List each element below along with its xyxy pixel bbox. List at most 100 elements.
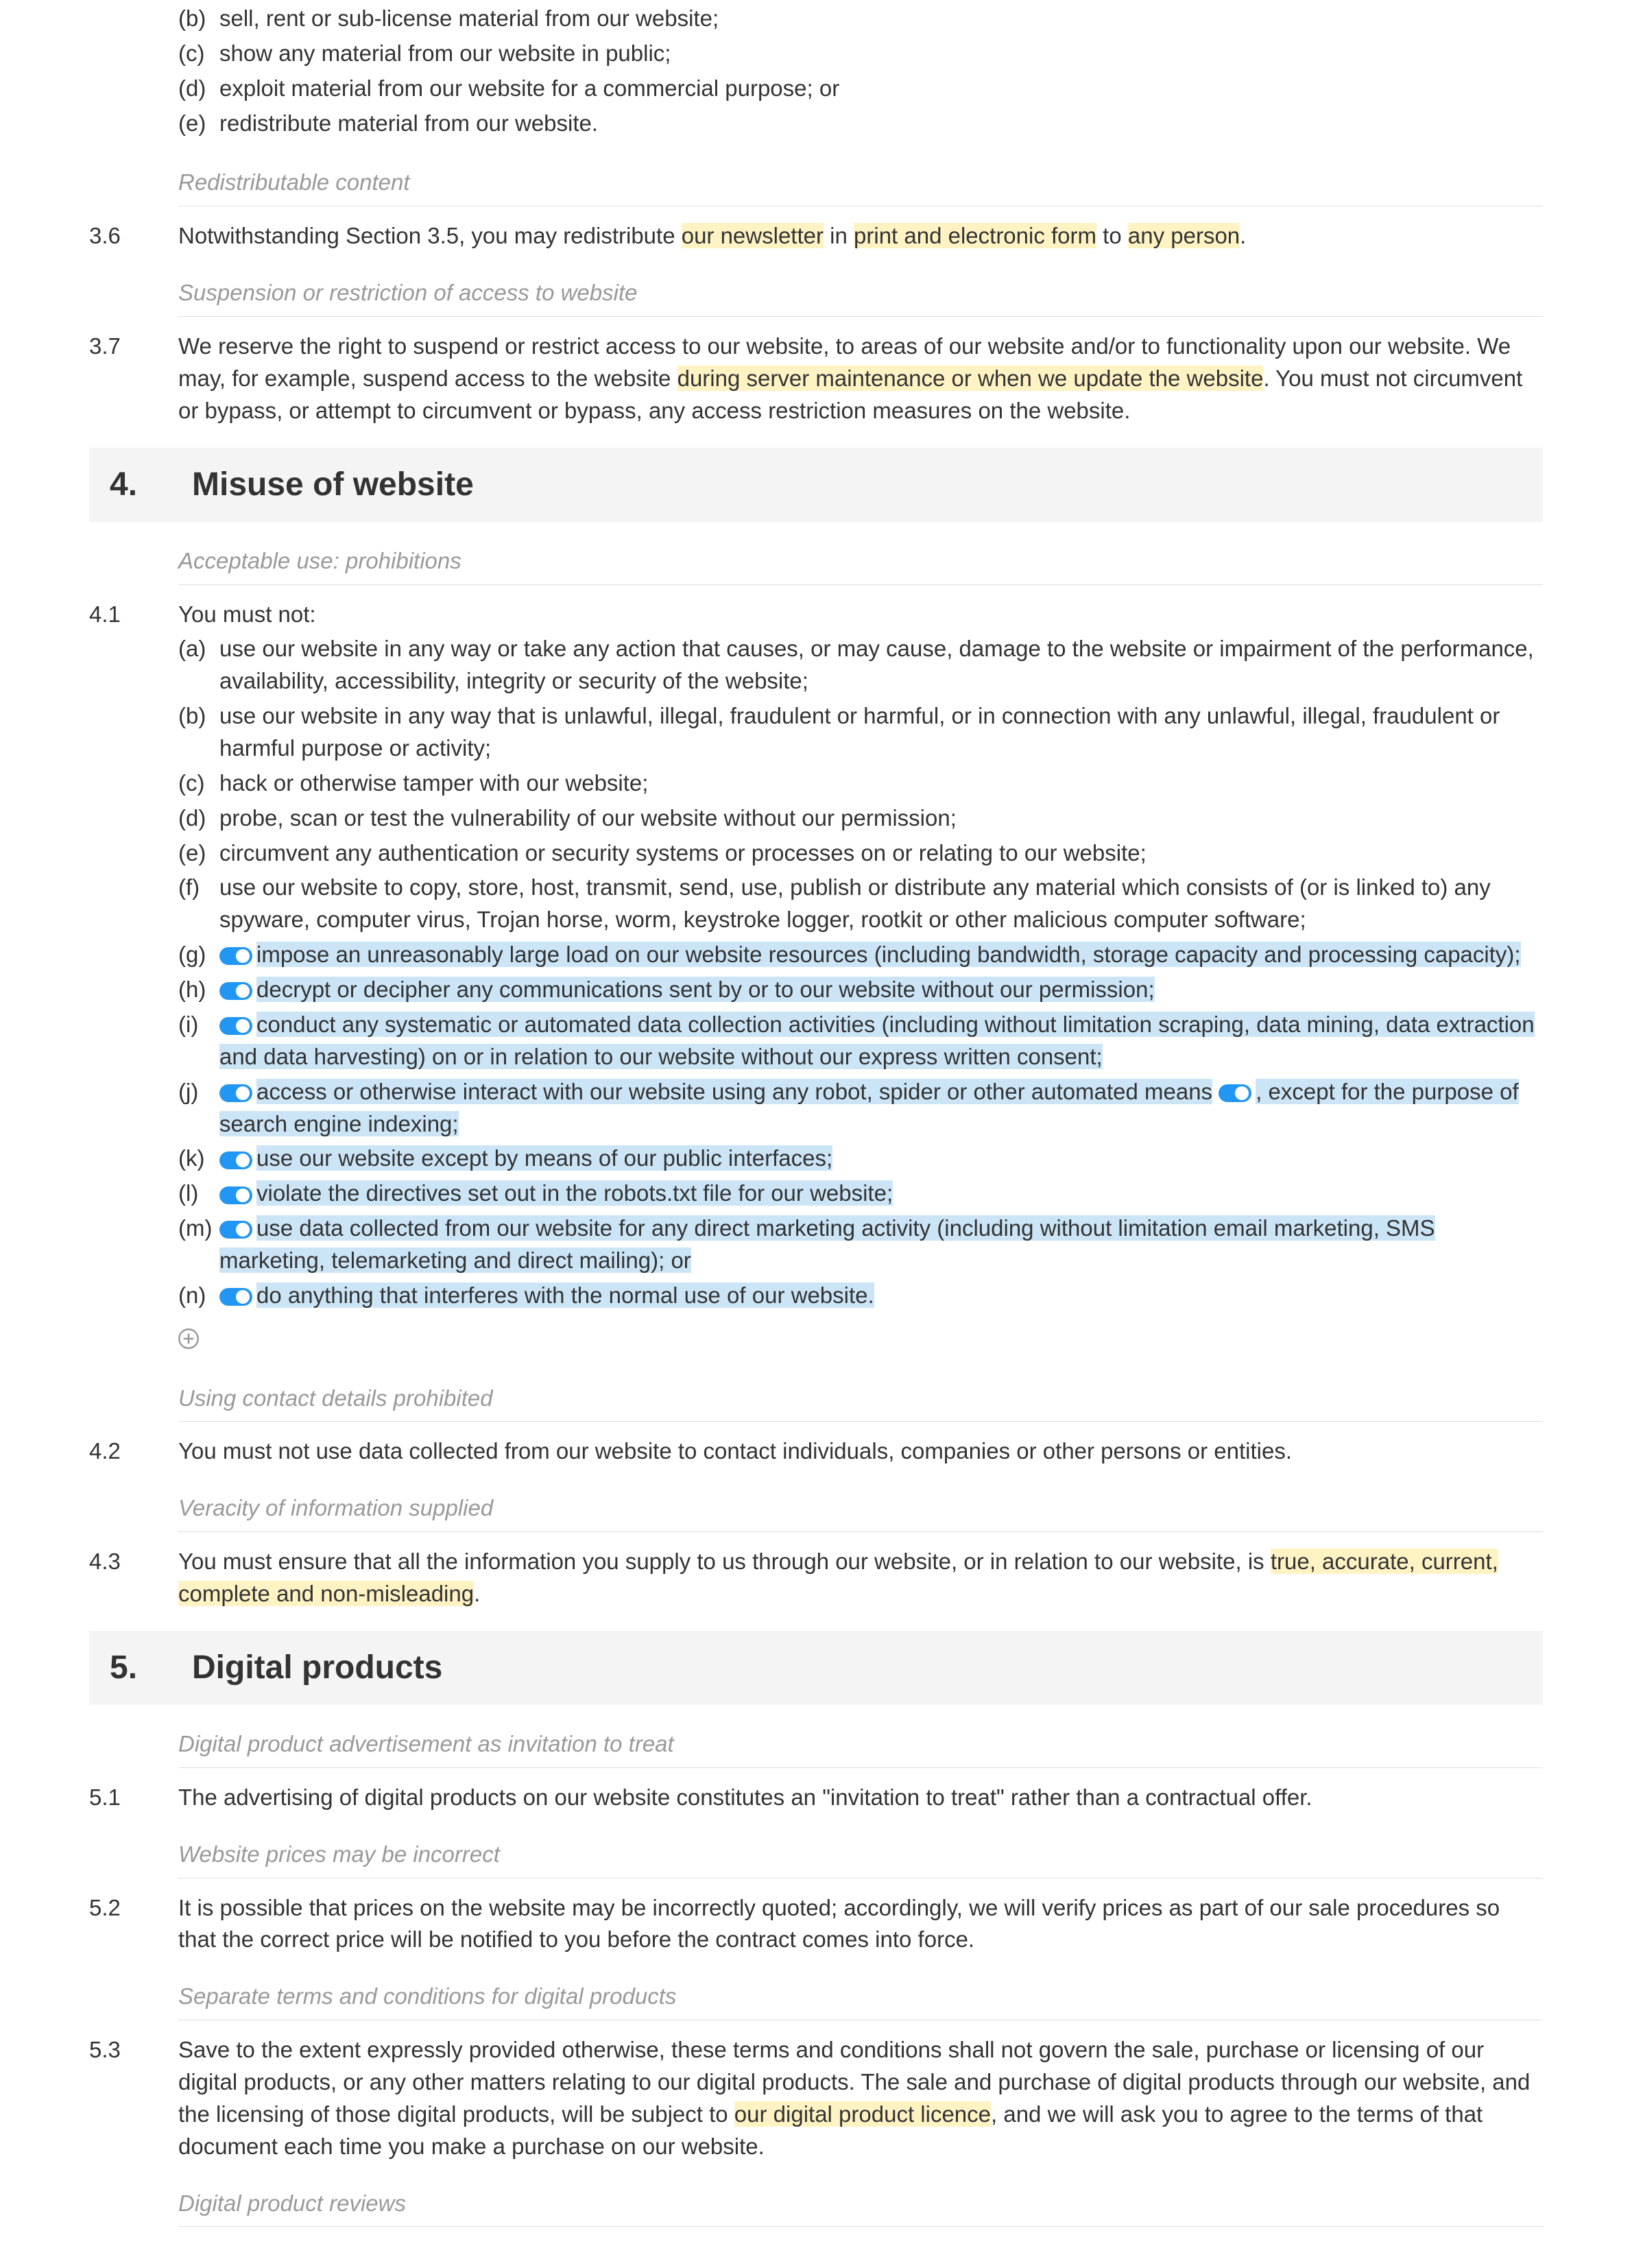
sub-marker: (d) [178,802,219,835]
sub-text: exploit material from our website for a … [219,73,1536,105]
toggle-icon[interactable] [219,1151,252,1169]
sub-item-j: (j) access or otherwise interact with our… [178,1076,1536,1141]
sub-item-f: (f)use our website to copy, store, host,… [178,872,1536,936]
add-item-icon[interactable] [178,1326,199,1346]
clause-num: 4.2 [89,1435,178,1468]
annotation-prices: Website prices may be incorrect [178,1829,1543,1878]
sub-marker: (c) [178,767,219,800]
clause-body: You must ensure that all the information… [178,1546,1536,1610]
sub-text: circumvent any authentication or securit… [219,837,1536,870]
annotation-acceptable-use: Acceptable use: prohibitions [178,536,1543,585]
sub-marker: (j) [178,1076,219,1108]
sub-item: (e)redistribute material from our websit… [178,108,1536,140]
clause-3.7: 3.7 We reserve the right to suspend or r… [89,331,1543,427]
sub-item-e: (e)circumvent any authentication or secu… [178,837,1536,870]
optional-text[interactable]: decrypt or decipher any communications s… [256,977,1155,1002]
sub-text: use our website except by means of our p… [219,1143,1536,1175]
sub-text: sell, rent or sub-license material from … [219,3,1536,35]
section-num: 4. [110,462,151,508]
clause-num: 3.7 [89,331,178,427]
clause-body: (b)sell, rent or sub-license material fr… [178,0,1536,142]
toggle-icon[interactable] [219,982,252,1000]
text: You must ensure that all the information… [178,1549,1271,1574]
clause-4.1: 4.1 You must not: (a)use our website in … [89,599,1543,1358]
sub-marker: (g) [178,939,219,971]
clause-num: 3.6 [89,220,178,252]
clause-5.3: 5.3 Save to the extent expressly provide… [89,2034,1543,2162]
sub-marker: (m) [178,1213,219,1245]
sub-item-g: (g) impose an unreasonably large load on … [178,939,1536,971]
toggle-icon[interactable] [219,947,252,965]
sub-item-a: (a)use our website in any way or take an… [178,633,1536,697]
clause-num: 5.1 [89,1782,178,1814]
sub-item-d: (d)probe, scan or test the vulnerability… [178,802,1536,835]
sub-marker: (e) [178,837,219,870]
clause-4.3: 4.3 You must ensure that all the informa… [89,1546,1543,1610]
text: in [824,223,854,248]
sub-text: use our website in any way or take any a… [219,633,1536,697]
editable-field[interactable]: during server maintenance or when we upd… [677,366,1264,391]
sub-marker: (c) [178,38,219,70]
sub-text: access or otherwise interact with our we… [219,1076,1536,1141]
sub-marker: (i) [178,1009,219,1041]
sub-item-m: (m)use data collected from our website f… [178,1213,1536,1277]
toggle-icon[interactable] [219,1288,252,1306]
sub-text: violate the directives set out in the ro… [219,1178,1536,1210]
text: Notwithstanding Section 3.5, you may red… [178,223,682,248]
optional-text[interactable]: use data collected from our website for … [219,1215,1435,1273]
optional-text[interactable]: ; [452,1111,458,1136]
sub-text: decrypt or decipher any communications s… [219,974,1536,1006]
sub-item: (c)show any material from our website in… [178,38,1536,70]
toggle-icon[interactable] [219,1084,252,1102]
sub-text: show any material from our website in pu… [219,38,1536,70]
sub-item-c: (c)hack or otherwise tamper with our web… [178,767,1536,800]
optional-text[interactable]: use our website except by means of our p… [256,1145,832,1171]
sub-text: redistribute material from our website. [219,108,1536,140]
sub-marker: (n) [178,1280,219,1312]
clause-intro: You must not: [178,599,1536,631]
sub-marker: (k) [178,1143,219,1175]
clause-3.6: 3.6 Notwithstanding Section 3.5, you may… [89,220,1543,252]
sub-text: hack or otherwise tamper with our websit… [219,767,1536,800]
toggle-icon[interactable] [219,1186,252,1204]
editable-field[interactable]: our newsletter [682,223,824,248]
document-page: (b)sell, rent or sub-license material fr… [0,0,1632,2268]
clause-body: We reserve the right to suspend or restr… [178,331,1536,427]
text: . [474,1581,480,1606]
optional-text[interactable]: access or otherwise interact with our we… [256,1079,1212,1104]
optional-text[interactable]: conduct any systematic or automated data… [219,1012,1535,1069]
sub-text: use our website in any way that is unlaw… [219,700,1536,765]
toggle-icon[interactable] [219,1221,252,1239]
clause-body: You must not use data collected from our… [178,1435,1536,1468]
sub-item-k: (k) use our website except by means of ou… [178,1143,1536,1175]
clause-body: Save to the extent expressly provided ot… [178,2034,1536,2162]
annotation-suspension: Suspension or restriction of access to w… [178,267,1543,317]
sub-item-l: (l)violate the directives set out in the… [178,1178,1536,1210]
clause-num: 4.3 [89,1546,178,1610]
clause-3.5-tail: (b)sell, rent or sub-license material fr… [89,0,1543,142]
toggle-icon[interactable] [219,1017,252,1035]
annotation-redistributable: Redistributable content [178,157,1543,206]
editable-field[interactable]: any person [1128,223,1240,248]
editable-field[interactable]: print and electronic form [854,223,1096,248]
optional-text[interactable]: violate the directives set out in the ro… [256,1180,893,1206]
editable-field[interactable]: our digital product licence [734,2101,991,2127]
toggle-icon[interactable] [1219,1084,1251,1102]
text: . [1240,223,1246,248]
sub-item-i: (i)conduct any systematic or automated d… [178,1009,1536,1073]
sub-text: conduct any systematic or automated data… [219,1009,1536,1073]
sub-marker: (f) [178,872,219,904]
section-title: Misuse of website [192,462,474,508]
annotation-contact-prohibited: Using contact details prohibited [178,1373,1543,1422]
sub-item: (b)sell, rent or sub-license material fr… [178,3,1536,35]
optional-text[interactable]: do anything that interferes with the nor… [256,1282,874,1308]
clause-body: You must not: (a)use our website in any … [178,599,1536,1358]
optional-text[interactable]: impose an unreasonably large load on our… [256,942,1521,967]
annotation-veracity: Veracity of information supplied [178,1483,1543,1532]
sub-item-b: (b)use our website in any way that is un… [178,700,1536,765]
clause-body: Notwithstanding Section 3.5, you may red… [178,220,1536,252]
clause-num: 5.2 [89,1892,178,1957]
clause-num: 4.1 [89,599,178,1358]
text: to [1096,223,1128,248]
sub-marker: (b) [178,3,219,35]
